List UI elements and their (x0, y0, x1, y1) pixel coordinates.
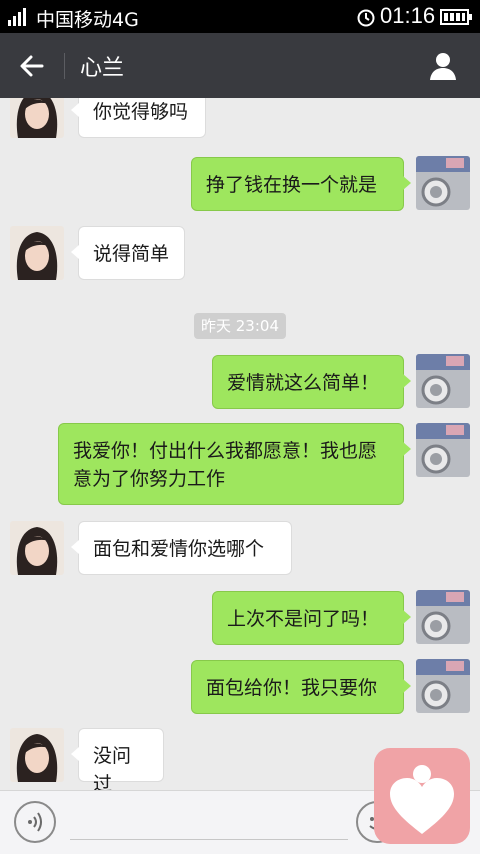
message-bubble-outgoing[interactable]: 面包给你！我只要你 (191, 660, 411, 714)
my-avatar[interactable] (416, 590, 470, 644)
contact-avatar[interactable] (10, 98, 64, 138)
message-bubble-outgoing[interactable]: 上次不是问了吗！ (212, 591, 411, 645)
user-icon[interactable] (428, 51, 458, 81)
message-bubble-incoming[interactable]: 你觉得够吗 (71, 98, 206, 138)
my-avatar[interactable] (416, 156, 470, 210)
battery-icon (440, 9, 472, 25)
message-bubble-incoming[interactable]: 说得简单 (71, 226, 185, 280)
contact-avatar[interactable] (10, 226, 64, 280)
signal-icon (8, 8, 26, 26)
contact-name: 心兰 (80, 56, 125, 81)
voice-icon[interactable] (14, 801, 56, 843)
message-bubble-outgoing[interactable]: 挣了钱在换一个就是 (191, 157, 411, 211)
message-input[interactable] (70, 839, 348, 840)
header-divider (64, 53, 65, 79)
my-avatar[interactable] (416, 354, 470, 408)
message-timestamp: 昨天 23:04 (194, 313, 286, 339)
status-bar: 中国移动4G 01:16 (0, 0, 480, 33)
back-arrow-icon[interactable] (18, 52, 46, 80)
message-bubble-outgoing[interactable]: 我爱你！付出什么我都愿意！我也愿意为了你努力工作 (58, 423, 411, 505)
message-bubble-incoming[interactable]: 面包和爱情你选哪个 (71, 521, 292, 575)
my-avatar[interactable] (416, 423, 470, 477)
chat-header: 心兰 (0, 33, 480, 98)
message-bubble-incoming[interactable]: 没问过 (71, 728, 164, 790)
heart-app-icon[interactable] (374, 748, 470, 844)
status-time: 01:16 (380, 3, 436, 28)
alarm-icon (357, 9, 375, 27)
message-list[interactable]: 你觉得够吗 挣了钱在换一个就是 说得简单 昨天 23:04 爱情就这么简单！ 我… (0, 98, 480, 790)
carrier-label: 中国移动4G (36, 9, 139, 31)
my-avatar[interactable] (416, 659, 470, 713)
contact-avatar[interactable] (10, 728, 64, 782)
message-bubble-outgoing[interactable]: 爱情就这么简单！ (212, 355, 411, 409)
contact-avatar[interactable] (10, 521, 64, 575)
